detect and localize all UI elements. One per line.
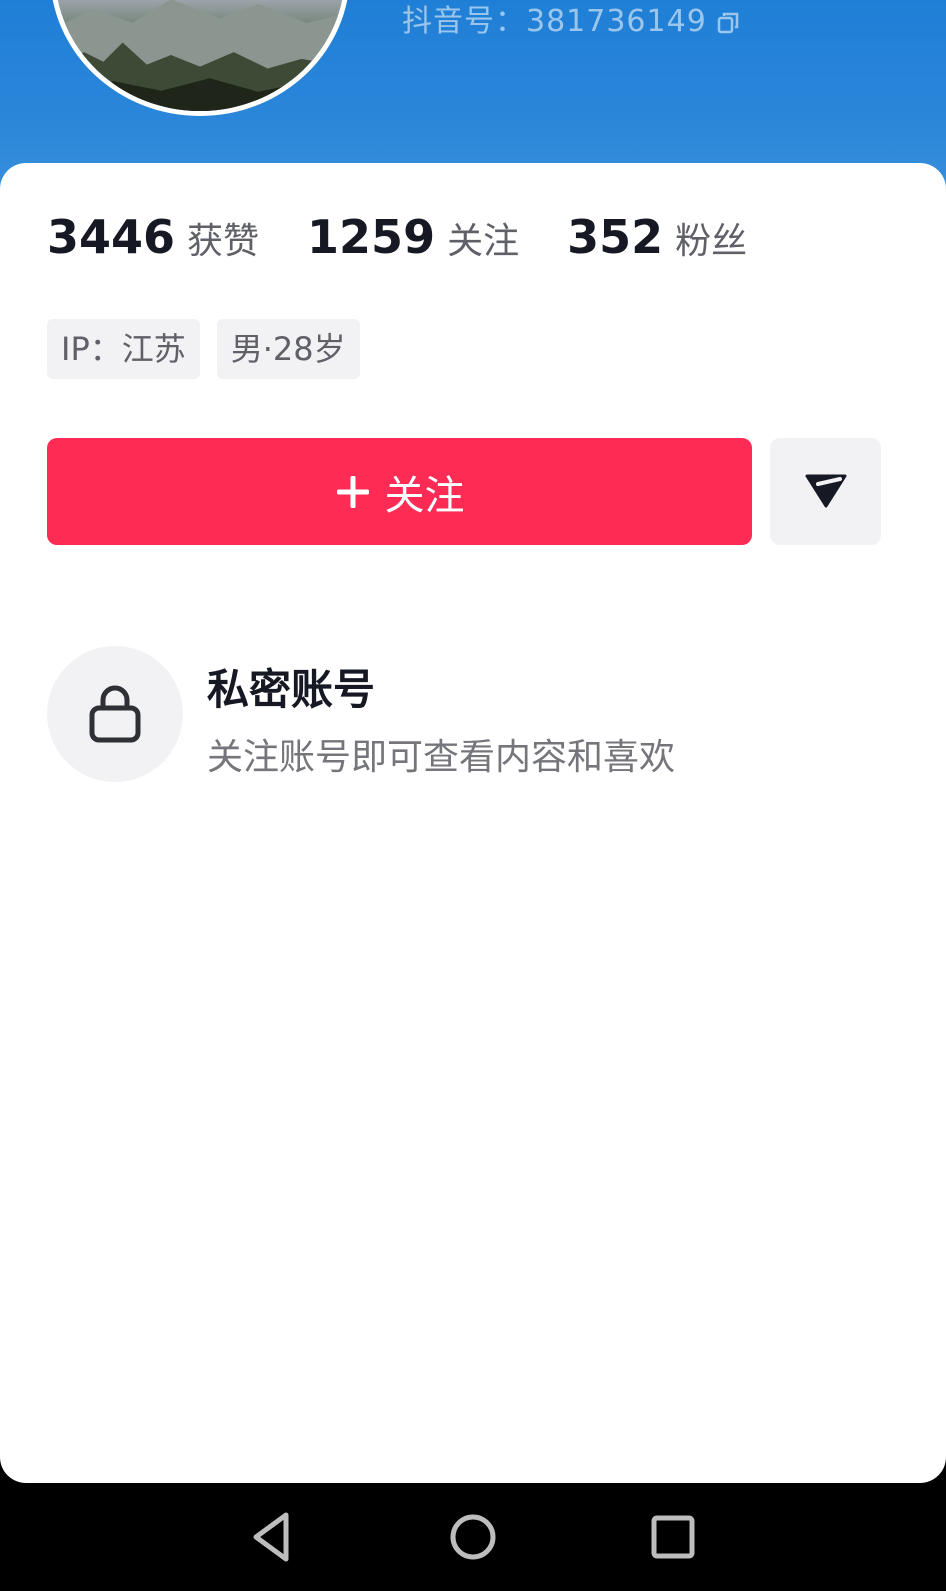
system-nav-bar bbox=[0, 1483, 946, 1591]
copy-icon[interactable] bbox=[717, 7, 739, 34]
follow-button-label: 关注 bbox=[384, 472, 465, 519]
share-button[interactable] bbox=[770, 438, 881, 545]
stat-following-label: 关注 bbox=[447, 221, 520, 262]
stat-following[interactable]: 1259 关注 bbox=[307, 210, 519, 264]
recent-square-icon[interactable] bbox=[643, 1507, 703, 1567]
home-circle-icon[interactable] bbox=[443, 1507, 503, 1567]
stat-likes-value: 3446 bbox=[47, 210, 176, 264]
avatar-landscape-image bbox=[55, 0, 345, 111]
plus-icon bbox=[335, 474, 371, 510]
stat-followers[interactable]: 352 粉丝 bbox=[567, 210, 747, 264]
private-account-description: 关注账号即可查看内容和喜欢 bbox=[207, 737, 676, 778]
douyin-id: 抖音号：381736149 bbox=[402, 0, 739, 40]
stat-followers-label: 粉丝 bbox=[675, 221, 748, 262]
stat-likes-label: 获赞 bbox=[187, 221, 260, 262]
private-account-title: 私密账号 bbox=[207, 665, 376, 714]
follow-button[interactable]: 关注 bbox=[47, 438, 752, 545]
stat-followers-value: 352 bbox=[567, 210, 664, 264]
avatar[interactable] bbox=[50, 0, 350, 116]
back-triangle-icon[interactable] bbox=[244, 1507, 304, 1567]
lock-badge bbox=[47, 646, 183, 782]
gender-age-tag: 男·28岁 bbox=[216, 319, 360, 379]
ip-location-tag: IP：江苏 bbox=[47, 319, 200, 379]
stat-following-value: 1259 bbox=[307, 210, 436, 264]
stat-likes[interactable]: 3446 获赞 bbox=[47, 210, 259, 264]
send-icon bbox=[804, 470, 848, 514]
lock-icon bbox=[87, 680, 143, 748]
stats-row: 3446 获赞 1259 关注 352 粉丝 bbox=[47, 210, 795, 264]
profile-tags: IP：江苏 男·28岁 bbox=[47, 319, 360, 379]
douyin-id-text: 抖音号：381736149 bbox=[402, 4, 707, 39]
